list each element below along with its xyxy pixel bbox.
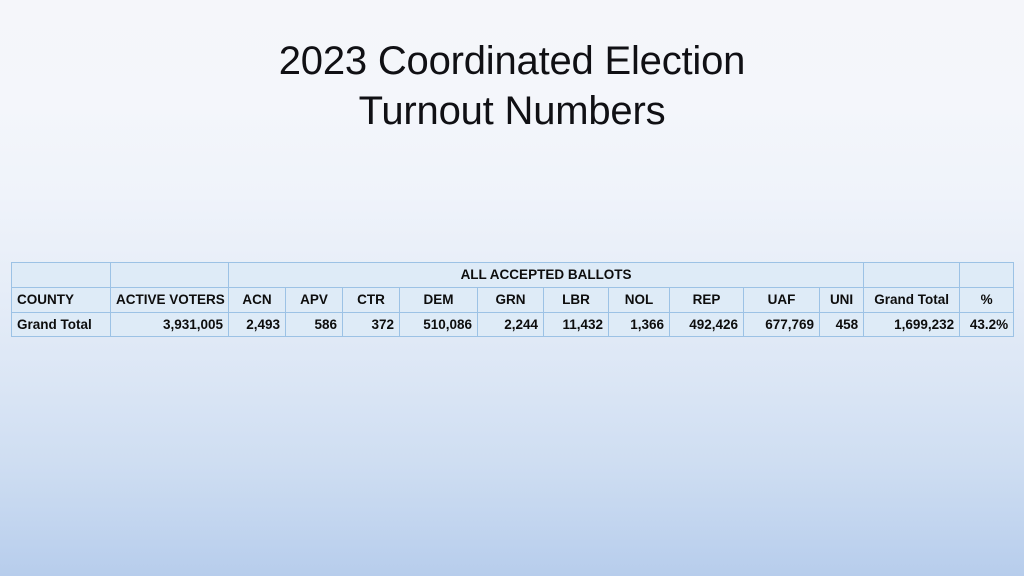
slide: 2023 Coordinated Election Turnout Number… <box>0 0 1024 576</box>
table-row: Grand Total 3,931,005 2,493 586 372 510,… <box>11 312 1015 337</box>
band-spacer-active-voters <box>110 262 229 288</box>
page-title: 2023 Coordinated Election Turnout Number… <box>278 39 746 133</box>
cell-percent: 43.2% <box>959 312 1015 337</box>
column-header-uni: UNI <box>818 287 865 313</box>
column-header-grn: GRN <box>477 287 544 313</box>
column-header-dem: DEM <box>399 287 478 313</box>
column-header-lbr: LBR <box>543 287 609 313</box>
column-header-ctr: CTR <box>342 287 400 313</box>
cell-dem: 510,086 <box>399 312 478 337</box>
band-header-all-accepted-ballots: ALL ACCEPTED BALLOTS <box>227 262 865 288</box>
cell-rep: 492,426 <box>669 312 744 337</box>
column-header-percent: % <box>959 287 1015 313</box>
cell-nol: 1,366 <box>608 312 670 337</box>
cell-active-voters: 3,931,005 <box>110 312 229 337</box>
column-header-grand-total: Grand Total <box>863 287 961 313</box>
cell-lbr: 11,432 <box>543 312 609 337</box>
cell-acn: 2,493 <box>228 312 286 337</box>
cell-uaf: 677,769 <box>743 312 820 337</box>
column-header-acn: ACN <box>228 287 286 313</box>
table-header-row: COUNTY ACTIVE VOTERS ACN APV CTR DEM GRN… <box>11 287 1015 313</box>
column-header-apv: APV <box>285 287 343 313</box>
cell-grand-total: 1,699,232 <box>863 312 961 337</box>
turnout-table-container: ALL ACCEPTED BALLOTS COUNTY ACTIVE VOTER… <box>11 262 1015 337</box>
column-header-uaf: UAF <box>743 287 820 313</box>
band-spacer-percent <box>959 262 1015 288</box>
turnout-table: ALL ACCEPTED BALLOTS COUNTY ACTIVE VOTER… <box>11 262 1015 337</box>
cell-county: Grand Total <box>11 312 111 337</box>
column-header-rep: REP <box>669 287 744 313</box>
column-header-active-voters: ACTIVE VOTERS <box>110 287 229 313</box>
cell-grn: 2,244 <box>477 312 544 337</box>
cell-uni: 458 <box>818 312 865 337</box>
cell-apv: 586 <box>285 312 343 337</box>
column-header-county: COUNTY <box>11 287 111 313</box>
band-spacer-grand-total <box>863 262 961 288</box>
band-spacer-county <box>11 262 111 288</box>
cell-ctr: 372 <box>342 312 400 337</box>
column-header-nol: NOL <box>608 287 670 313</box>
table-band-row: ALL ACCEPTED BALLOTS <box>11 262 1015 288</box>
